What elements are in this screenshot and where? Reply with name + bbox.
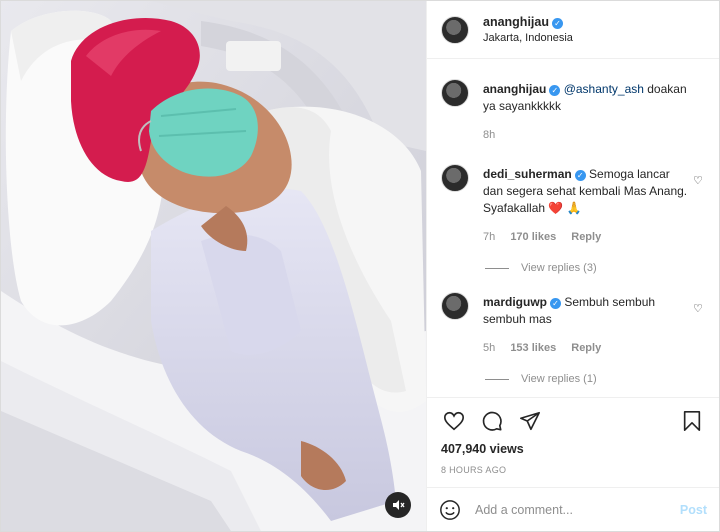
instagram-post: ananghijau ✓ Jakarta, Indonesia ananghija… [0,0,720,532]
caption-username[interactable]: ananghijau [483,82,546,96]
caption-mention[interactable]: @ashanty_ash [564,82,644,96]
share-button[interactable] [517,408,543,434]
reply-button[interactable]: Reply [571,342,601,354]
save-button[interactable] [679,408,705,434]
views-count[interactable]: 407,940 views [441,442,705,456]
comment-body: dedi_suherman ✓ Semoga lancar dan segera … [483,166,688,246]
divider [485,267,509,269]
view-replies-label[interactable]: View replies (3) [521,262,597,274]
comments-list[interactable]: ananghijau ✓ @ashanty_ash doakan ya sayan… [427,59,719,397]
comment-time[interactable]: 7h [483,231,495,243]
avatar[interactable] [441,79,469,107]
emoji-icon[interactable] [439,499,461,521]
post-comment-button[interactable]: Post [680,503,707,517]
header-user: ananghijau ✓ Jakarta, Indonesia [483,14,573,46]
mute-button[interactable] [385,492,411,518]
comment-username[interactable]: dedi_suherman [483,167,572,181]
speaker-mute-icon [393,500,405,510]
verified-badge-icon: ✓ [549,85,561,96]
heart-icon [444,411,464,431]
bookmark-icon [683,411,701,431]
comment-like-heart-icon[interactable]: ♡ [693,302,705,315]
comment-likes[interactable]: 153 likes [510,342,556,354]
verified-badge-icon: ✓ [551,17,563,29]
comment: mardiguwp ✓ Sembuh sembuh sembuh mas 5h 1… [441,292,705,357]
divider [485,378,509,380]
comment-input[interactable] [475,502,680,517]
comment-button[interactable] [479,408,505,434]
video-frame-illustration [1,1,426,531]
caption: ananghijau ✓ @ashanty_ash doakan ya sayan… [441,79,705,144]
avatar[interactable] [441,15,469,44]
view-replies[interactable]: View replies (1) [485,373,705,385]
post-actions: 407,940 views 8 HOURS AGO [427,397,719,487]
comment-meta: 7h 170 likes Reply [483,229,688,246]
post-time[interactable]: 8 HOURS AGO [441,465,705,475]
comment: dedi_suherman ✓ Semoga lancar dan segera … [441,164,705,246]
header-username[interactable]: ananghijau [483,15,549,29]
comment-username[interactable]: mardiguwp [483,295,547,309]
comment-time[interactable]: 5h [483,342,495,354]
add-comment-bar: Post [427,487,719,531]
verified-badge-icon: ✓ [574,170,586,181]
reply-button[interactable]: Reply [571,231,601,243]
avatar[interactable] [441,292,469,320]
share-icon [520,411,540,431]
post-video[interactable] [1,1,426,531]
comment-like-heart-icon[interactable]: ♡ [693,174,705,187]
caption-time[interactable]: 8h [483,129,495,141]
comment-likes[interactable]: 170 likes [510,231,556,243]
avatar[interactable] [441,164,469,192]
comment-icon [482,411,502,431]
verified-badge-icon: ✓ [550,298,562,309]
action-icons [441,406,705,436]
like-button[interactable] [441,408,467,434]
caption-meta: 8h [483,127,688,144]
post-side-panel: ananghijau ✓ Jakarta, Indonesia ananghija… [426,1,719,531]
caption-body: ananghijau ✓ @ashanty_ash doakan ya sayan… [483,81,688,144]
post-header: ananghijau ✓ Jakarta, Indonesia [427,1,719,59]
view-replies[interactable]: View replies (3) [485,262,705,274]
header-location[interactable]: Jakarta, Indonesia [483,30,573,46]
comment-meta: 5h 153 likes Reply [483,340,688,357]
view-replies-label[interactable]: View replies (1) [521,373,597,385]
comment-body: mardiguwp ✓ Sembuh sembuh sembuh mas 5h 1… [483,294,688,357]
